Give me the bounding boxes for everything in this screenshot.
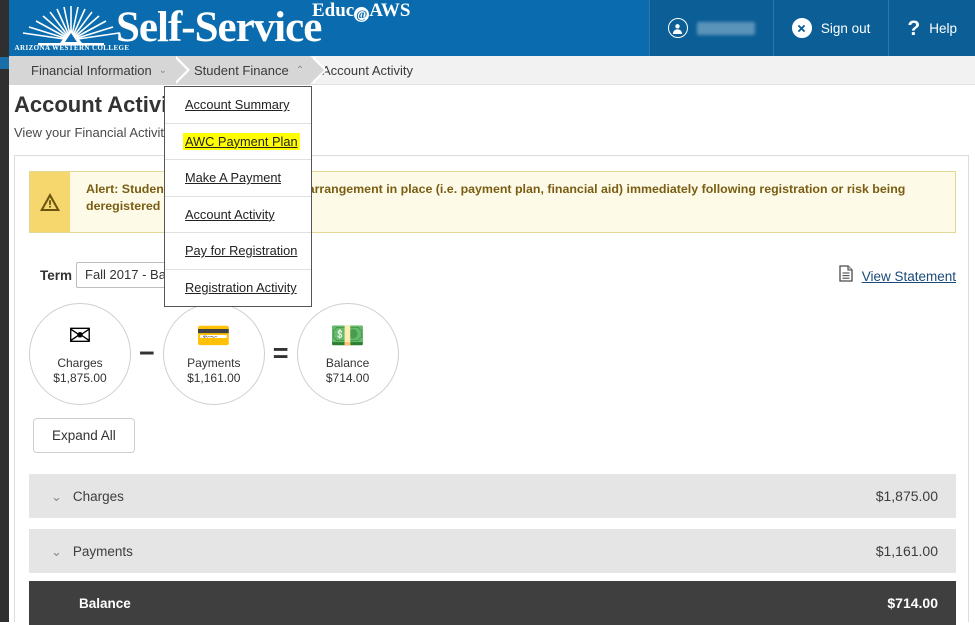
summary-circle-label: Payments (187, 356, 241, 370)
document-icon (839, 265, 853, 287)
menu-item-registration-activity[interactable]: Registration Activity (165, 270, 311, 307)
summary-circle-value: $714.00 (325, 371, 370, 385)
chevron-down-icon: ⌄ (158, 64, 168, 76)
accordion-row-payments[interactable]: ⌄ Payments $1,161.00 (29, 529, 956, 573)
breadcrumb-label: Account Activity (322, 63, 414, 78)
menu-item-label: Make A Payment (185, 170, 282, 186)
accordion-label: Balance (79, 595, 131, 611)
menu-item-pay-for-registration[interactable]: Pay for Registration (165, 233, 311, 270)
logo-wordmark: Self-Service Educ @ AWS (116, 1, 410, 53)
term-label: Term (40, 268, 73, 283)
summary-circle-label: Balance (325, 356, 370, 370)
breadcrumb-item-student-finance[interactable]: Student Finance ⌃ (172, 56, 328, 85)
page-subtitle: View your Financial Activity (14, 125, 171, 140)
user-avatar-icon (667, 18, 688, 38)
breadcrumb-label: Financial Information (31, 63, 152, 78)
menu-item-label: AWC Payment Plan (183, 132, 300, 150)
menu-item-label: Account Activity (185, 206, 275, 222)
awc-sunburst-logo-icon: ARIZONA WESTERN COLLEGE (12, 2, 130, 54)
user-name-redacted (696, 21, 755, 35)
minus-operator-icon: − (139, 338, 155, 368)
app-header: ARIZONA WESTERN COLLEGE Self-Service Edu… (0, 0, 975, 56)
at-sign-icon: @ (354, 7, 370, 22)
logo-superscript: Educ @ AWS (312, 1, 410, 22)
summary-circles: ✉ Charges $1,875.00 − 💳 Payments $1,161.… (29, 301, 509, 406)
summary-circle-balance: 💵 Balance $714.00 (296, 302, 399, 405)
menu-item-account-activity[interactable]: Account Activity (165, 197, 311, 233)
accordion-value: $714.00 (887, 595, 938, 611)
accordion-value: $1,875.00 (875, 488, 938, 504)
summary-circle-value: $1,161.00 (187, 371, 241, 385)
student-finance-dropdown-menu: Account Summary AWC Payment Plan Make A … (164, 86, 312, 307)
check-pen-icon: 💳 (196, 320, 232, 351)
logo-superscript-post: AWS (369, 0, 411, 21)
accordion-label: Charges (72, 488, 124, 504)
accordion-row-charges[interactable]: ⌄ Charges $1,875.00 (29, 474, 956, 518)
summary-circle-value: $1,875.00 (53, 371, 107, 385)
menu-item-label: Pay for Registration (185, 243, 298, 259)
help-label: Help (929, 20, 957, 36)
page-left-edge (0, 0, 9, 622)
invoice-envelope-icon: ✉ (68, 320, 92, 351)
logo[interactable]: ARIZONA WESTERN COLLEGE Self-Service Edu… (12, 0, 672, 56)
accordion-row-balance: Balance $714.00 (29, 581, 956, 625)
sign-out-button[interactable]: Sign out (772, 0, 889, 56)
breadcrumb: Financial Information ⌄ Student Finance … (0, 56, 975, 85)
breadcrumb-item-financial-information[interactable]: Financial Information ⌄ (9, 56, 191, 85)
logo-superscript-pre: Educ (312, 0, 355, 21)
question-mark-icon: ? (907, 16, 921, 40)
user-account-button[interactable] (648, 0, 773, 56)
close-icon (791, 18, 812, 38)
page-title: Account Activity (14, 92, 187, 117)
summary-circle-payments: 💳 Payments $1,161.00 (162, 302, 265, 405)
accordion-label: Payments (72, 543, 133, 559)
money-icon: 💵 (330, 320, 365, 351)
sign-out-label: Sign out (820, 20, 871, 36)
view-statement-label: View Statement (861, 268, 956, 284)
menu-item-label: Registration Activity (185, 280, 297, 296)
summary-circle-charges: ✉ Charges $1,875.00 (29, 302, 131, 405)
equals-operator-icon: = (272, 338, 289, 368)
menu-item-account-summary[interactable]: Account Summary (165, 87, 311, 124)
view-statement-link[interactable]: View Statement (839, 265, 956, 287)
menu-item-awc-payment-plan[interactable]: AWC Payment Plan (165, 124, 311, 160)
menu-item-make-a-payment[interactable]: Make A Payment (165, 160, 311, 197)
accordion-value: $1,161.00 (875, 543, 938, 559)
expand-all-button[interactable]: Expand All (33, 418, 135, 453)
college-name: ARIZONA WESTERN COLLEGE (14, 44, 130, 52)
menu-item-label: Account Summary (185, 97, 290, 113)
chevron-down-icon: ⌄ (51, 488, 62, 504)
header-actions: Sign out ? Help (648, 0, 975, 56)
chevron-down-icon: ⌄ (51, 543, 62, 559)
summary-circle-label: Charges (57, 356, 103, 370)
warning-triangle-icon (30, 172, 70, 232)
help-button[interactable]: ? Help (888, 0, 975, 56)
account-activity-panel: Alert: Students must have a payment arra… (14, 155, 969, 625)
breadcrumb-label: Student Finance (194, 63, 289, 78)
page-left-edge-accent (0, 57, 9, 69)
logo-wordmark-text: Self-Service (116, 4, 322, 51)
